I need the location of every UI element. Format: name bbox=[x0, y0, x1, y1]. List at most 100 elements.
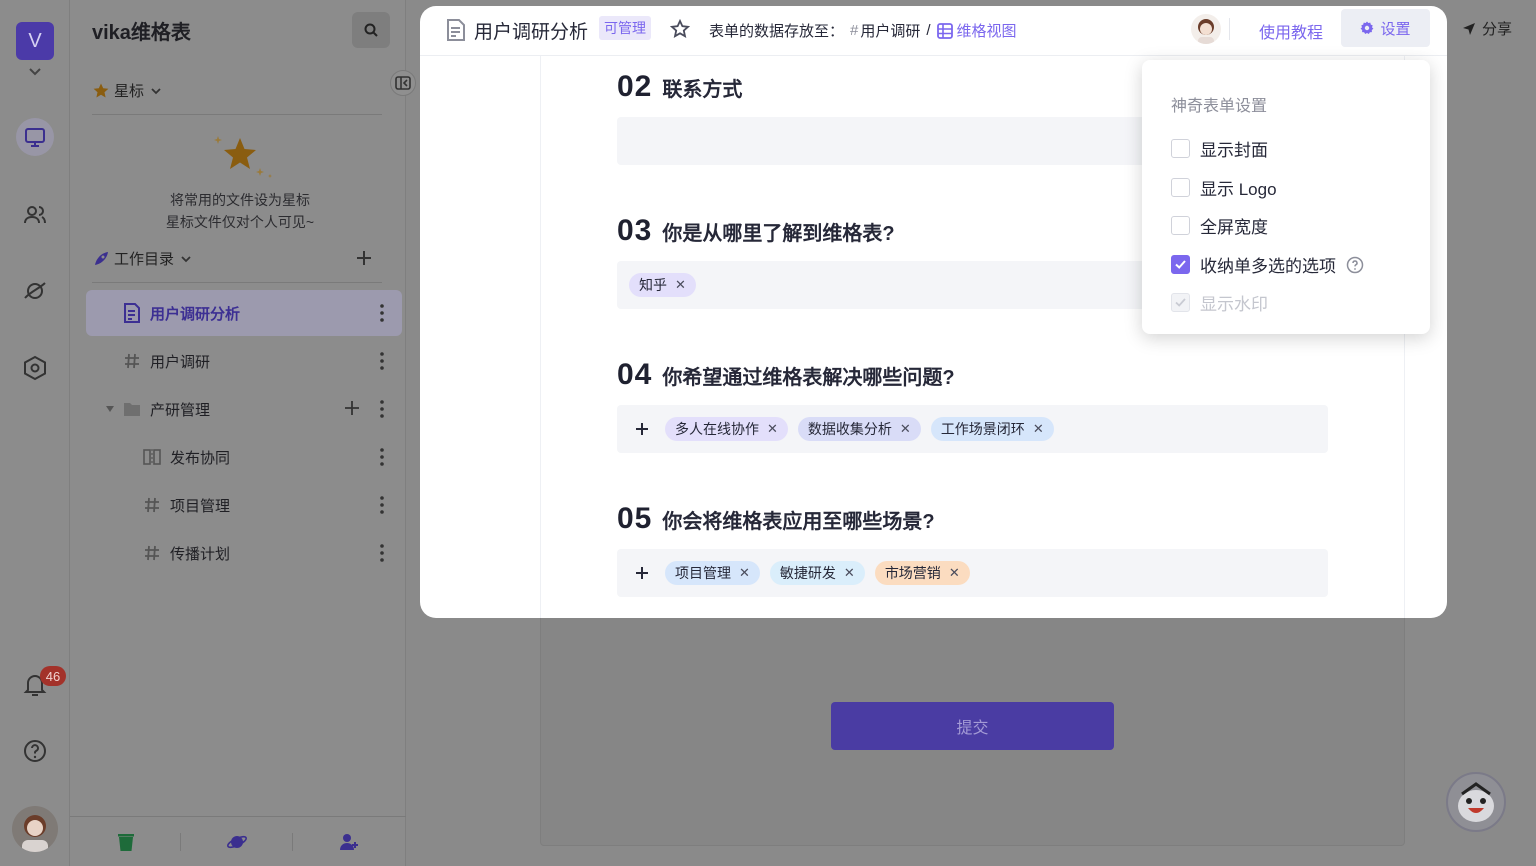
tree-item-folder[interactable]: 产研管理 bbox=[86, 386, 402, 432]
grid-view-icon bbox=[936, 22, 953, 39]
sidebar: vika维格表 星标 将常用的文件设为星标 星标文件仅对个人可见~ 工作目录 用… bbox=[70, 0, 416, 866]
search-button[interactable] bbox=[352, 12, 390, 48]
star-outline-icon[interactable] bbox=[670, 19, 690, 39]
tree-item-label: 用户调研分析 bbox=[150, 305, 241, 323]
template-planet-icon[interactable] bbox=[226, 831, 248, 853]
gear-icon bbox=[1361, 21, 1374, 34]
path-separator: / bbox=[926, 22, 931, 39]
search-icon bbox=[364, 23, 378, 37]
checkbox[interactable] bbox=[1171, 139, 1190, 158]
submit-button[interactable]: 提交 bbox=[831, 702, 1114, 750]
option-tag: 数据收集分析 ✕ bbox=[797, 417, 921, 441]
hash-icon bbox=[145, 545, 159, 561]
more-icon[interactable] bbox=[380, 400, 384, 418]
hash-icon bbox=[125, 353, 139, 369]
catalog-label: 工作目录 bbox=[114, 251, 175, 268]
trash-icon[interactable] bbox=[115, 831, 137, 853]
invite-member-icon[interactable] bbox=[338, 831, 360, 853]
remove-tag-icon[interactable]: ✕ bbox=[1033, 421, 1044, 437]
help-icon[interactable] bbox=[16, 732, 54, 770]
tree-item-form[interactable]: 用户调研分析 bbox=[86, 290, 402, 336]
option-full-width[interactable]: 全屏宽度 bbox=[1171, 213, 1268, 238]
more-icon[interactable] bbox=[380, 352, 384, 370]
workbench-icon[interactable] bbox=[16, 118, 54, 156]
option-show-logo[interactable]: 显示 Logo bbox=[1171, 175, 1277, 200]
remove-tag-icon[interactable]: ✕ bbox=[844, 565, 855, 581]
tree-item-datasheet[interactable]: 用户调研 bbox=[86, 338, 402, 384]
starred-empty-hint-1: 将常用的文件设为星标 bbox=[170, 192, 310, 208]
tree-item-datasheet[interactable]: 传播计划 bbox=[86, 530, 402, 576]
checkbox[interactable] bbox=[1171, 216, 1190, 235]
tree-item-mirror[interactable]: 发布协同 bbox=[86, 434, 402, 480]
option-tag: 多人在线协作 ✕ bbox=[665, 417, 788, 441]
page-title: 用户调研分析 bbox=[474, 22, 589, 43]
option-tag: 知乎 ✕ bbox=[629, 273, 696, 297]
starred-empty-hint-2: 星标文件仅对个人可见~ bbox=[165, 214, 315, 230]
problems-select-field[interactable]: 多人在线协作 ✕ 数据收集分析 ✕ 工作场景闭环 ✕ bbox=[617, 405, 1328, 453]
catalog-section[interactable]: 工作目录 bbox=[92, 248, 194, 269]
modal-header: 用户调研分析 可管理 表单的数据存放至： # 用户调研 / 维格视图 使用教程 … bbox=[420, 6, 1447, 56]
share-button[interactable]: 分享 bbox=[1462, 18, 1512, 39]
sidebar-footer bbox=[70, 816, 406, 866]
star-icon bbox=[93, 83, 109, 97]
data-location-label: 表单的数据存放至： bbox=[709, 23, 845, 40]
user-avatar[interactable] bbox=[12, 806, 58, 852]
option-show-cover[interactable]: 显示封面 bbox=[1171, 136, 1268, 161]
starred-empty-state: 将常用的文件设为星标 星标文件仅对个人可见~ bbox=[160, 128, 320, 233]
chevron-down-icon[interactable] bbox=[27, 66, 43, 78]
divider bbox=[1229, 18, 1230, 40]
remove-tag-icon[interactable]: ✕ bbox=[949, 565, 960, 581]
members-icon[interactable] bbox=[16, 196, 54, 234]
collapse-sidebar-button[interactable] bbox=[390, 70, 416, 96]
caret-down-icon[interactable] bbox=[104, 403, 116, 415]
remove-tag-icon[interactable]: ✕ bbox=[767, 421, 778, 437]
more-icon[interactable] bbox=[380, 544, 384, 562]
option-tag: 敏捷研发 ✕ bbox=[769, 561, 865, 585]
remove-tag-icon[interactable]: ✕ bbox=[900, 421, 911, 437]
add-option-icon[interactable] bbox=[629, 416, 655, 442]
more-icon[interactable] bbox=[380, 448, 384, 466]
remove-tag-icon[interactable]: ✕ bbox=[675, 277, 686, 293]
data-location-view[interactable]: 维格视图 bbox=[936, 20, 1017, 41]
form-settings-popover: 神奇表单设置 显示封面 显示 Logo 全屏宽度 收纳单多选的选项 显示水印 bbox=[1142, 60, 1430, 334]
settings-button[interactable]: 设置 bbox=[1341, 9, 1430, 47]
data-location-sheet[interactable]: 用户调研 bbox=[860, 20, 920, 41]
check-icon bbox=[1175, 260, 1186, 269]
starred-section[interactable]: 星标 bbox=[92, 80, 164, 101]
remove-tag-icon[interactable]: ✕ bbox=[739, 565, 750, 581]
chevron-down-icon bbox=[181, 255, 191, 262]
explore-icon[interactable] bbox=[16, 272, 54, 310]
form-doc-icon bbox=[124, 303, 140, 323]
starred-label: 星标 bbox=[114, 83, 145, 100]
tree-item-label: 发布协同 bbox=[170, 449, 231, 467]
scenarios-select-field[interactable]: 项目管理 ✕ 敏捷研发 ✕ 市场营销 ✕ bbox=[617, 549, 1328, 597]
option-compact-select[interactable]: 收纳单多选的选项 bbox=[1171, 252, 1364, 277]
tree-item-label: 用户调研 bbox=[150, 353, 211, 371]
tutorial-link[interactable]: 使用教程 bbox=[1259, 19, 1323, 43]
permission-badge: 可管理 bbox=[599, 16, 651, 40]
rocket-icon bbox=[95, 251, 108, 265]
checkbox[interactable] bbox=[1171, 178, 1190, 197]
option-watermark: 显示水印 bbox=[1171, 290, 1268, 315]
hash-icon bbox=[145, 497, 159, 513]
question-title: 05 你会将维格表应用至哪些场景? bbox=[617, 502, 935, 535]
option-tag: 市场营销 ✕ bbox=[874, 561, 970, 585]
help-icon[interactable] bbox=[1346, 256, 1364, 274]
settings-hex-icon[interactable] bbox=[16, 349, 54, 387]
form-doc-icon bbox=[447, 19, 465, 41]
send-icon bbox=[1463, 22, 1475, 35]
tree-item-datasheet[interactable]: 项目管理 bbox=[86, 482, 402, 528]
divider bbox=[92, 114, 382, 115]
more-icon[interactable] bbox=[380, 496, 384, 514]
checkbox-checked[interactable] bbox=[1171, 255, 1190, 274]
divider bbox=[92, 282, 382, 283]
collaborator-avatar[interactable] bbox=[1191, 14, 1221, 44]
question-title: 04 你希望通过维格表解决哪些问题? bbox=[617, 358, 955, 391]
workspace-avatar[interactable]: V bbox=[16, 22, 54, 60]
add-node-icon[interactable] bbox=[354, 248, 374, 268]
add-option-icon[interactable] bbox=[629, 560, 655, 586]
tree-item-label: 产研管理 bbox=[150, 401, 211, 419]
more-icon[interactable] bbox=[380, 304, 384, 322]
assistant-mascot[interactable] bbox=[1446, 772, 1506, 832]
add-icon[interactable] bbox=[344, 400, 360, 416]
